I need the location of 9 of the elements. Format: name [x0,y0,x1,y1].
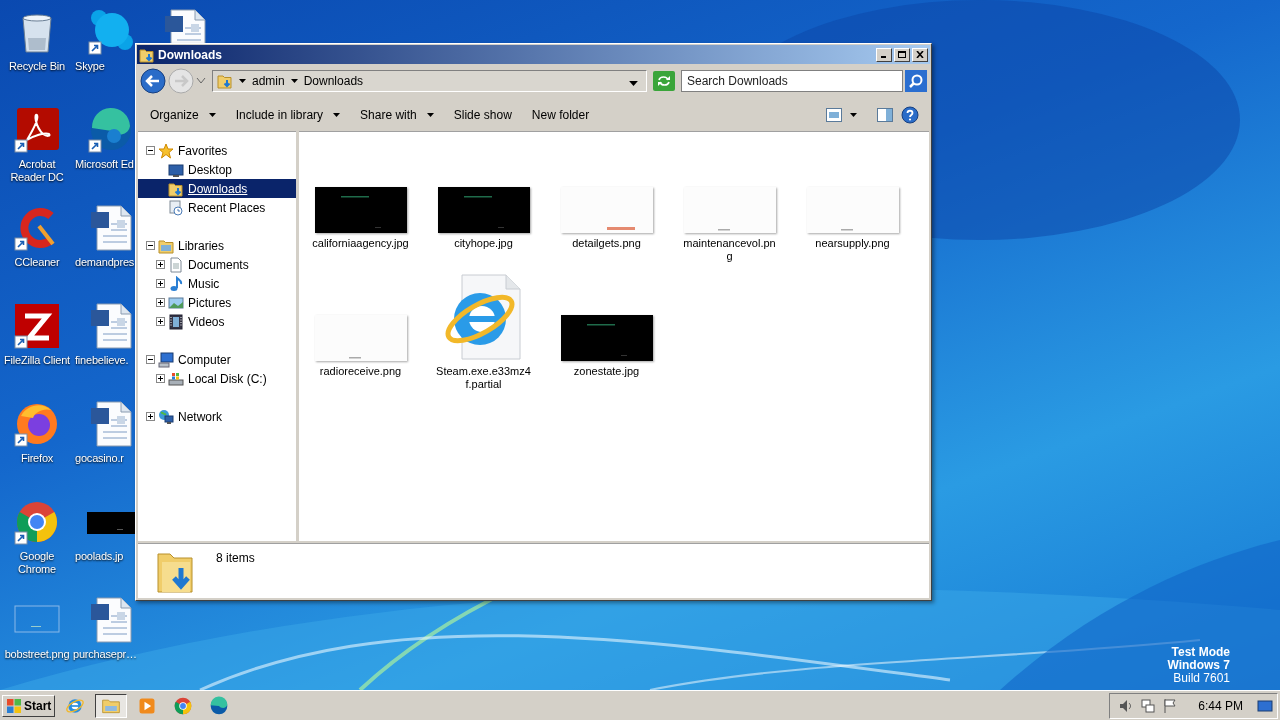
browser-icon [209,695,230,716]
clock[interactable]: 6:44 PM [1198,698,1243,713]
browser-icon [173,695,194,716]
start-button[interactable]: Start [2,694,56,717]
windows-logo-icon [6,697,22,714]
network-icon[interactable] [1140,697,1157,714]
show-desktop-icon[interactable] [1257,697,1273,714]
flag-icon[interactable] [1162,697,1179,714]
taskbar-button[interactable] [95,693,128,718]
